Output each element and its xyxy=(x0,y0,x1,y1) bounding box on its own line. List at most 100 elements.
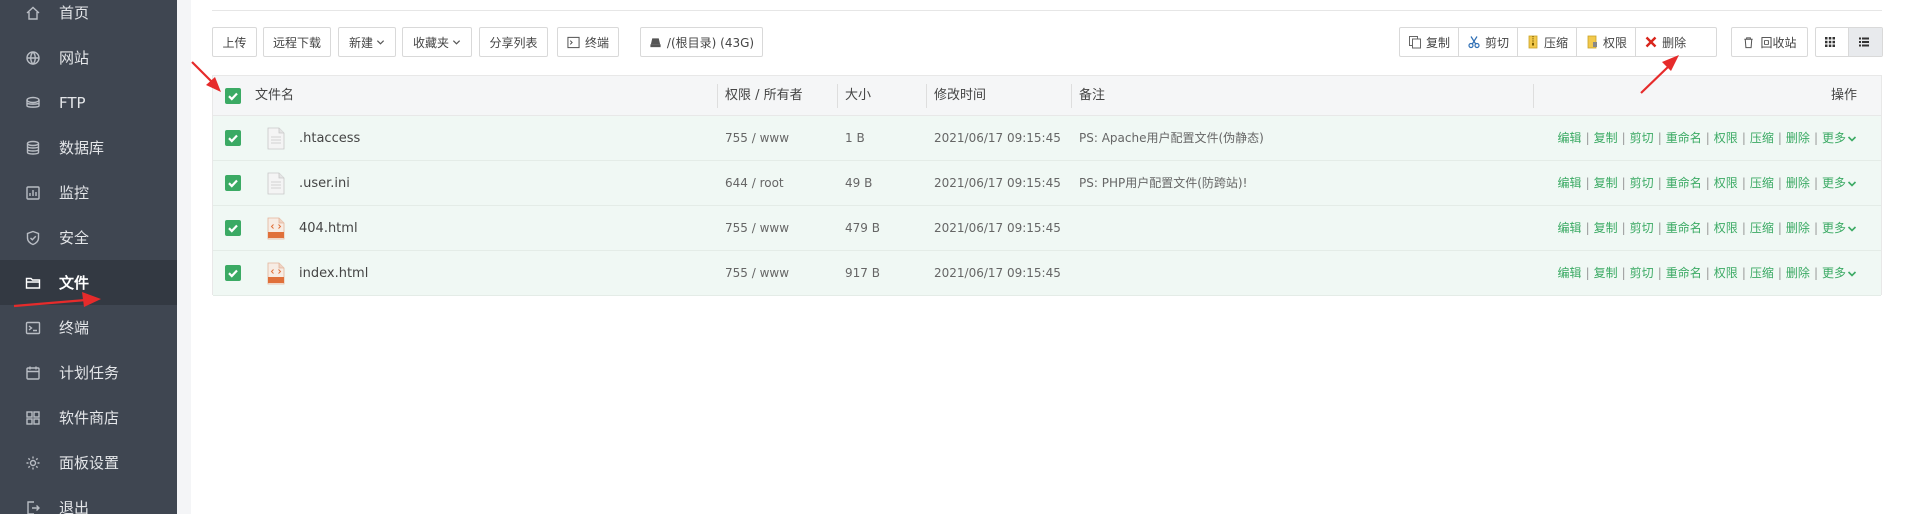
row-op-4[interactable]: 权限 xyxy=(1714,161,1738,206)
row-checkbox[interactable] xyxy=(225,130,241,146)
batch-delete-button[interactable]: 删除 xyxy=(1636,28,1694,56)
table-row[interactable]: 404.html 755 / www 479 B 2021/06/17 09:1… xyxy=(213,206,1881,251)
row-op-7[interactable]: 更多 xyxy=(1822,251,1846,296)
file-permission[interactable]: 755 / www xyxy=(725,116,789,161)
batch-copy-button[interactable]: 复制 xyxy=(1400,28,1460,56)
op-separator: | xyxy=(1621,221,1626,235)
home-icon xyxy=(25,5,41,21)
terminal-button[interactable]: 终端 xyxy=(557,27,619,57)
sidebar-item-label: 监控 xyxy=(59,184,90,202)
grid-view-button[interactable] xyxy=(1816,28,1849,56)
sidebar-item-label: 退出 xyxy=(59,499,90,514)
row-op-0[interactable]: 编辑 xyxy=(1558,251,1582,296)
file-name[interactable]: index.html xyxy=(299,251,368,296)
file-permission[interactable]: 755 / www xyxy=(725,206,789,251)
path-button[interactable]: /(根目录) (43G) xyxy=(640,27,763,57)
row-op-3[interactable]: 重命名 xyxy=(1666,116,1702,161)
row-op-1[interactable]: 复制 xyxy=(1594,251,1618,296)
sidebar-item-security[interactable]: 安全 xyxy=(0,215,177,260)
batch-permission-button[interactable]: 权限 xyxy=(1577,28,1637,56)
file-permission[interactable]: 644 / root xyxy=(725,161,784,206)
row-op-1[interactable]: 复制 xyxy=(1594,116,1618,161)
table-row[interactable]: index.html 755 / www 917 B 2021/06/17 09… xyxy=(213,251,1881,296)
row-op-4[interactable]: 权限 xyxy=(1714,116,1738,161)
chevron-down-icon xyxy=(1847,180,1857,187)
file-permission[interactable]: 755 / www xyxy=(725,251,789,296)
column-header-size[interactable]: 大小 xyxy=(845,76,871,116)
row-op-5[interactable]: 压缩 xyxy=(1750,206,1774,251)
op-separator: | xyxy=(1705,266,1710,280)
row-op-5[interactable]: 压缩 xyxy=(1750,116,1774,161)
sidebar-item-ftp[interactable]: FTP xyxy=(0,80,177,125)
op-separator: | xyxy=(1621,176,1626,190)
terminal-icon xyxy=(567,36,580,48)
chevron-down-icon xyxy=(376,39,385,45)
column-header-mtime[interactable]: 修改时间 xyxy=(934,76,986,116)
row-checkbox[interactable] xyxy=(225,220,241,236)
row-op-2[interactable]: 剪切 xyxy=(1630,251,1654,296)
row-op-6[interactable]: 删除 xyxy=(1786,161,1810,206)
share-list-button[interactable]: 分享列表 xyxy=(479,27,548,57)
table-row[interactable]: .htaccess 755 / www 1 B 2021/06/17 09:15… xyxy=(213,116,1881,161)
sidebar-item-home[interactable]: 首页 xyxy=(0,0,177,35)
row-op-0[interactable]: 编辑 xyxy=(1558,161,1582,206)
file-note[interactable]: PS: PHP用户配置文件(防跨站)! xyxy=(1079,161,1247,206)
row-checkbox[interactable] xyxy=(225,175,241,191)
row-op-6[interactable]: 删除 xyxy=(1786,116,1810,161)
row-op-0[interactable]: 编辑 xyxy=(1558,116,1582,161)
sidebar-item-website[interactable]: 网站 xyxy=(0,35,177,80)
row-op-7[interactable]: 更多 xyxy=(1822,161,1846,206)
row-op-3[interactable]: 重命名 xyxy=(1666,161,1702,206)
upload-button[interactable]: 上传 xyxy=(212,27,257,57)
file-note[interactable]: PS: Apache用户配置文件(伪静态) xyxy=(1079,116,1264,161)
row-op-7[interactable]: 更多 xyxy=(1822,116,1846,161)
row-checkbox[interactable] xyxy=(225,265,241,281)
file-name[interactable]: .htaccess xyxy=(299,116,360,161)
sidebar-item-cron[interactable]: 计划任务 xyxy=(0,350,177,395)
row-op-1[interactable]: 复制 xyxy=(1594,206,1618,251)
column-header-name[interactable]: 文件名 xyxy=(255,76,294,116)
sidebar-item-database[interactable]: 数据库 xyxy=(0,125,177,170)
share-list-label: 分享列表 xyxy=(489,35,538,50)
check-icon xyxy=(228,224,238,233)
file-name[interactable]: 404.html xyxy=(299,206,358,251)
disk-icon xyxy=(650,37,661,47)
sidebar-item-terminal[interactable]: 终端 xyxy=(0,305,177,350)
new-dropdown-button[interactable]: 新建 xyxy=(338,27,396,57)
sidebar-item-label: 软件商店 xyxy=(59,409,120,427)
batch-compress-button[interactable]: 压缩 xyxy=(1518,28,1578,56)
row-op-0[interactable]: 编辑 xyxy=(1558,206,1582,251)
row-op-5[interactable]: 压缩 xyxy=(1750,251,1774,296)
row-op-4[interactable]: 权限 xyxy=(1714,206,1738,251)
favorites-dropdown-button[interactable]: 收藏夹 xyxy=(402,27,472,57)
row-op-2[interactable]: 剪切 xyxy=(1630,206,1654,251)
row-op-3[interactable]: 重命名 xyxy=(1666,251,1702,296)
recycle-bin-button[interactable]: 回收站 xyxy=(1731,27,1808,57)
row-op-3[interactable]: 重命名 xyxy=(1666,206,1702,251)
upload-label: 上传 xyxy=(222,35,247,50)
column-header-permission[interactable]: 权限 / 所有者 xyxy=(725,76,803,116)
row-op-7[interactable]: 更多 xyxy=(1822,206,1846,251)
row-op-5[interactable]: 压缩 xyxy=(1750,161,1774,206)
file-name[interactable]: .user.ini xyxy=(299,161,350,206)
row-op-4[interactable]: 权限 xyxy=(1714,251,1738,296)
sidebar-item-monitor[interactable]: 监控 xyxy=(0,170,177,215)
row-op-6[interactable]: 删除 xyxy=(1786,206,1810,251)
list-view-button[interactable] xyxy=(1849,28,1882,56)
row-op-2[interactable]: 剪切 xyxy=(1630,161,1654,206)
table-row[interactable]: .user.ini 644 / root 49 B 2021/06/17 09:… xyxy=(213,161,1881,206)
sidebar-item-files[interactable]: 文件 xyxy=(0,260,177,305)
op-separator: | xyxy=(1813,176,1818,190)
batch-cut-button[interactable]: 剪切 xyxy=(1459,28,1519,56)
sidebar-item-settings[interactable]: 面板设置 xyxy=(0,440,177,485)
remote-download-button[interactable]: 远程下载 xyxy=(263,27,331,57)
sidebar-item-app-store[interactable]: 软件商店 xyxy=(0,395,177,440)
gear-icon xyxy=(25,455,41,471)
row-op-1[interactable]: 复制 xyxy=(1594,161,1618,206)
sidebar-item-logout[interactable]: 退出 xyxy=(0,485,177,514)
row-op-2[interactable]: 剪切 xyxy=(1630,116,1654,161)
app-window: 首页 网站 FTP 数据库 监控 安全 文件 终端 计划任务 软件商店 面板设置… xyxy=(0,0,1906,514)
select-all-checkbox[interactable] xyxy=(225,88,241,104)
row-op-6[interactable]: 删除 xyxy=(1786,251,1810,296)
column-header-ops: 操作 xyxy=(1830,88,1857,103)
